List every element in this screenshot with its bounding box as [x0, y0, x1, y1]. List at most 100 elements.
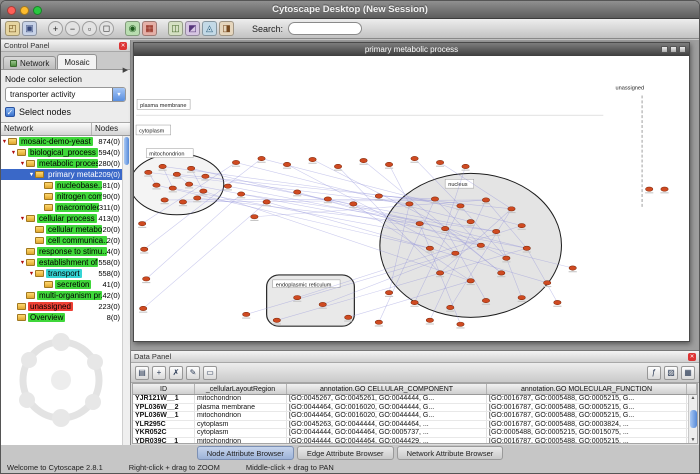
network-edge[interactable]	[143, 202, 266, 309]
import-attributes-icon[interactable]: ▨	[664, 366, 678, 380]
tree-item-establishment-of-l[interactable]: ▼establishment of l...558(0)	[1, 257, 130, 268]
network-node[interactable]	[518, 295, 525, 299]
network-node[interactable]	[309, 157, 316, 161]
network-node[interactable]	[143, 277, 150, 281]
network-node[interactable]	[350, 202, 357, 206]
network-node[interactable]	[224, 184, 231, 188]
network-node[interactable]	[179, 200, 186, 204]
network-node[interactable]	[426, 318, 433, 322]
network-node[interactable]	[518, 223, 525, 227]
table-row[interactable]: YLR295Ccytoplasm[GO:0045263, GO:0044444,…	[133, 421, 697, 430]
expand-arrow-icon[interactable]: ▼	[19, 216, 26, 222]
network-node[interactable]	[169, 186, 176, 190]
tab-edge-attribute-browser[interactable]: Edge Attribute Browser	[297, 446, 394, 460]
network-node[interactable]	[161, 198, 168, 202]
scroll-down-icon[interactable]: ▼	[691, 437, 696, 443]
network-node[interactable]	[431, 197, 438, 201]
column-header-id[interactable]: ID	[133, 384, 195, 394]
scrollbar-thumb[interactable]	[690, 410, 697, 428]
network-canvas[interactable]: plasma membrane cytoplasm mitochondrion …	[134, 56, 689, 341]
network-node[interactable]	[345, 315, 352, 319]
save-session-icon[interactable]: ▣	[22, 21, 37, 36]
tree-scrollbar[interactable]	[122, 136, 130, 445]
network-node[interactable]	[569, 266, 576, 270]
network-node[interactable]	[185, 182, 192, 186]
tree-item-multi-organism-pr[interactable]: multi-organism pr...42(0)	[1, 290, 130, 301]
network-node[interactable]	[554, 300, 561, 304]
network-node[interactable]	[544, 281, 551, 285]
tree-item-metabolic-process[interactable]: ▼metabolic process280(0)	[1, 158, 130, 169]
table-row[interactable]: YPL036W__2plasma membrane[GO:0044464, GO…	[133, 404, 697, 413]
tab-node-attribute-browser[interactable]: Node Attribute Browser	[197, 446, 294, 460]
network-node[interactable]	[523, 246, 530, 250]
network-node[interactable]	[462, 164, 469, 168]
network-node[interactable]	[482, 298, 489, 302]
network-node[interactable]	[406, 202, 413, 206]
network-node[interactable]	[263, 200, 270, 204]
tree-item-nucleobase[interactable]: nucleobase...81(0)	[1, 180, 130, 191]
network-node[interactable]	[258, 156, 265, 160]
frame-maximize-button[interactable]	[670, 46, 677, 53]
scroll-up-icon[interactable]: ▲	[691, 395, 696, 401]
expand-arrow-icon[interactable]: ▼	[10, 150, 17, 156]
network-node[interactable]	[187, 166, 194, 170]
network-node[interactable]	[200, 189, 207, 193]
network-node[interactable]	[375, 320, 382, 324]
tree-item-biological-process[interactable]: ▼biological_process594(0)	[1, 147, 130, 158]
attribute-matrix-icon[interactable]: ▦	[681, 366, 695, 380]
table-row[interactable]: YDR039C__1mitochondrion[GO:0044444, GO:0…	[133, 438, 697, 445]
network-node[interactable]	[436, 271, 443, 275]
table-row[interactable]: YPL036W__1mitochondrion[GO:0044464, GO:0…	[133, 412, 697, 421]
network-node[interactable]	[498, 271, 505, 275]
select-attributes-icon[interactable]: ▤	[135, 366, 149, 380]
tree-item-secretion[interactable]: secretion41(0)	[1, 279, 130, 290]
edit-attribute-icon[interactable]: ✎	[186, 366, 200, 380]
network-node[interactable]	[360, 158, 367, 162]
network-node[interactable]	[375, 194, 382, 198]
network-node[interactable]	[138, 221, 145, 225]
column-header-cellularlayoutregion[interactable]: _cellularLayoutRegion	[195, 384, 287, 394]
tab-mosaic[interactable]: Mosaic	[57, 54, 96, 69]
network-node[interactable]	[411, 156, 418, 160]
frame-minimize-button[interactable]	[661, 46, 668, 53]
vizmapper-icon[interactable]: ◩	[185, 21, 200, 36]
open-session-icon[interactable]: ◰	[5, 21, 20, 36]
tree-column-network[interactable]: Network	[1, 123, 92, 135]
zoom-out-icon[interactable]: −	[65, 21, 80, 36]
network-node[interactable]	[416, 221, 423, 225]
network-node[interactable]	[385, 291, 392, 295]
network-node[interactable]	[324, 197, 331, 201]
network-window-titlebar[interactable]: primary metabolic process	[134, 43, 689, 56]
network-node[interactable]	[385, 162, 392, 166]
network-node[interactable]	[503, 256, 510, 260]
network-node[interactable]	[251, 215, 258, 219]
zoom-window-button[interactable]	[33, 6, 42, 15]
table-scrollbar[interactable]: ▲ ▼	[688, 395, 697, 443]
network-node[interactable]	[173, 172, 180, 176]
network-node[interactable]	[482, 198, 489, 202]
network-node[interactable]	[232, 160, 239, 164]
tree-item-cellular-process[interactable]: ▼cellular process413(0)	[1, 213, 130, 224]
network-node[interactable]	[457, 322, 464, 326]
network-node[interactable]	[319, 302, 326, 306]
column-header-annotation-go-cellular-component[interactable]: annotation.GO CELLULAR_COMPONENT	[287, 384, 487, 394]
tree-item-cellular-metabo[interactable]: cellular metabo...20(0)	[1, 224, 130, 235]
network-node[interactable]	[153, 183, 160, 187]
tree-item-cell-communica[interactable]: cell communica...2(0)	[1, 235, 130, 246]
network-overview-icon[interactable]: ◉	[125, 21, 140, 36]
zoom-in-icon[interactable]: +	[48, 21, 63, 36]
expand-arrow-icon[interactable]: ▼	[1, 139, 8, 145]
network-node[interactable]	[145, 170, 152, 174]
network-node[interactable]	[194, 196, 201, 200]
network-node[interactable]	[202, 174, 209, 178]
network-node[interactable]	[283, 162, 290, 166]
mosaic-icon[interactable]: ▦	[142, 21, 157, 36]
network-node[interactable]	[426, 246, 433, 250]
network-node[interactable]	[334, 164, 341, 168]
network-node[interactable]	[646, 187, 653, 191]
formula-builder-icon[interactable]: ƒ	[647, 366, 661, 380]
network-node[interactable]	[447, 305, 454, 309]
network-node[interactable]	[457, 204, 464, 208]
network-node[interactable]	[436, 160, 443, 164]
tree-item-nitrogen-compo[interactable]: nitrogen compo...90(0)	[1, 191, 130, 202]
